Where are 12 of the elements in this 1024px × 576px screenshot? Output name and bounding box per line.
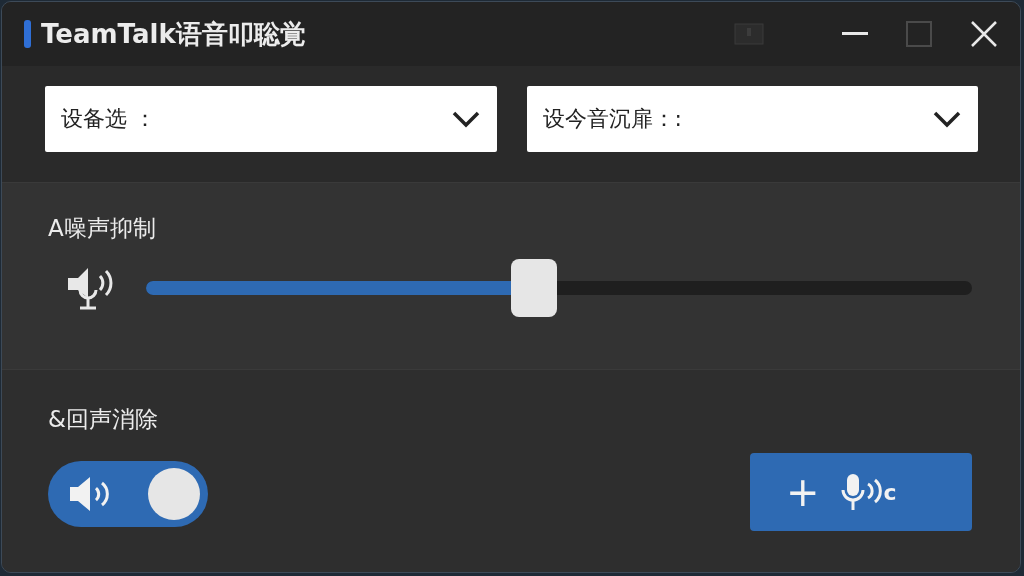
device-dropdown[interactable]: 设备选 ：	[45, 86, 497, 152]
chevron-down-icon	[450, 110, 481, 128]
section-label: A噪声抑制	[48, 214, 157, 243]
section-label: &回声消除	[48, 405, 159, 434]
device-dropdown[interactable]: 设今音沉扉：:	[526, 86, 978, 152]
chevron-down-icon	[932, 110, 962, 128]
app-logo-icon	[24, 20, 31, 48]
window-title: TeamTalk语音叩聡覚	[41, 17, 306, 51]
add-microphone-button[interactable]: + c	[750, 453, 972, 531]
minimize-icon[interactable]	[842, 32, 868, 36]
close-icon[interactable]	[970, 20, 998, 48]
slider-thumb[interactable]	[511, 259, 558, 317]
